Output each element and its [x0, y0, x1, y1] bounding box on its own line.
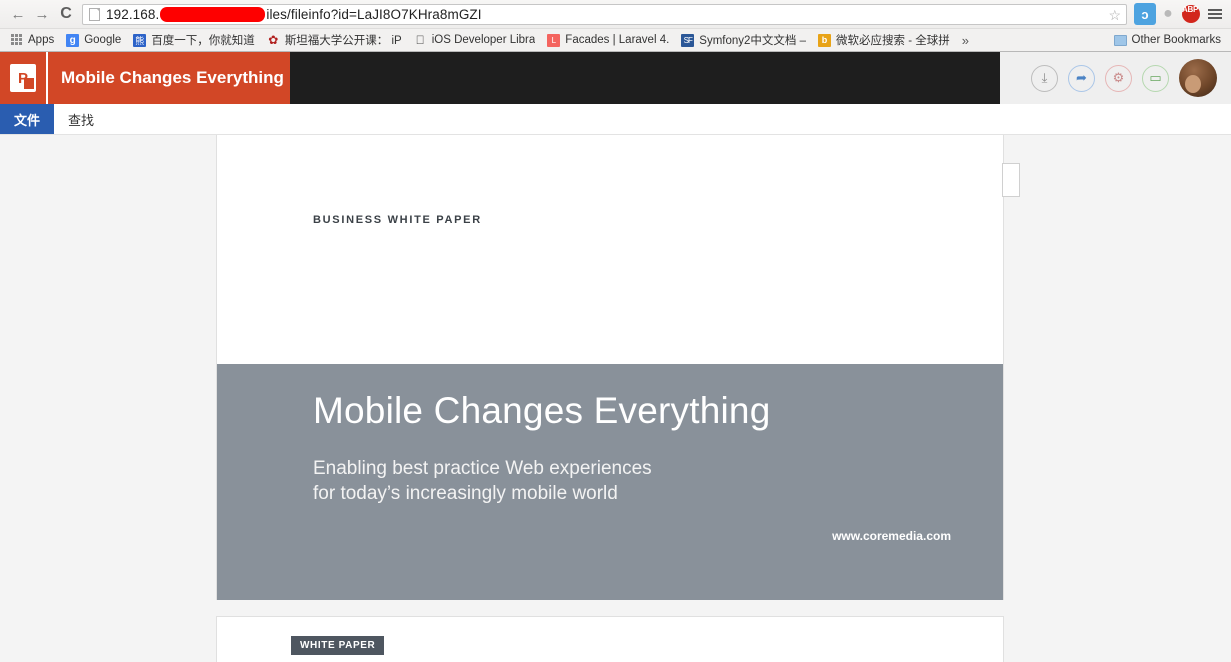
bookmarks-overflow-icon[interactable]: »	[956, 33, 975, 48]
settings-gear-button[interactable]: ⚙	[1105, 64, 1132, 92]
browser-chrome: ← → C 192.168. iles/fileinfo?id=LaJI8O7KH…	[0, 0, 1231, 52]
adblock-plus-icon: ABP	[1182, 5, 1200, 23]
bookmark-label: Apps	[28, 34, 55, 46]
app-action-buttons: ⤓ ➦ ⚙ ▭	[1000, 52, 1231, 104]
toolbar-tab-bar: 文件 查找	[0, 104, 1231, 135]
apple-icon: 	[414, 33, 427, 47]
document-page-2: WHITE PAPER	[216, 616, 1004, 662]
bookmark-stanford[interactable]: ✿ 斯坦福大学公开课： iP	[261, 31, 408, 50]
user-avatar[interactable]	[1179, 59, 1217, 97]
reload-icon[interactable]: C	[54, 2, 78, 26]
app-logo-letter: P	[10, 64, 36, 92]
url-text: 192.168. iles/fileinfo?id=LaJI8O7KHra8mGZ…	[106, 6, 482, 22]
back-icon[interactable]: ←	[6, 2, 30, 26]
white-paper-badge: WHITE PAPER	[291, 636, 385, 655]
bookmark-baidu[interactable]: 熊 百度一下，你就知道	[127, 31, 261, 50]
powerpoint-logo-icon: P	[0, 52, 46, 104]
bookmark-label: 百度一下，你就知道	[151, 35, 255, 47]
bookmark-bing[interactable]: b 微软必应搜索 - 全球拼	[812, 31, 956, 50]
stanford-icon: ✿	[268, 33, 279, 47]
url-prefix: 192.168.	[106, 6, 160, 22]
page-thumbnail-panel[interactable]	[1002, 163, 1020, 197]
bookmark-label: 微软必应搜索 - 全球拼	[836, 35, 950, 47]
folder-icon	[1113, 34, 1127, 47]
header-spacer	[290, 52, 1000, 104]
bookmarks-bar: Apps g Google 熊 百度一下，你就知道 ✿ 斯坦福大学公开课： iP…	[0, 28, 1231, 51]
bookmark-label: Facades | Laravel 4.	[565, 34, 670, 46]
bookmark-label: Symfony2中文文档 –	[699, 35, 807, 47]
page-kicker-text: BUSINESS WHITE PAPER	[313, 214, 482, 226]
bing-icon: b	[818, 33, 832, 47]
tab-find[interactable]: 查找	[54, 104, 108, 134]
symfony-icon: SF	[681, 33, 695, 47]
hero-banner: Mobile Changes Everything Enabling best …	[217, 364, 1003, 600]
baidu-icon: 熊	[133, 33, 147, 47]
app-title-container: Mobile Changes Everything	[46, 52, 290, 104]
bookmark-label: Other Bookmarks	[1131, 34, 1221, 46]
bookmark-label: Google	[84, 34, 122, 46]
bookmark-other-bookmarks[interactable]: Other Bookmarks	[1108, 31, 1227, 50]
url-redaction-block	[160, 6, 266, 22]
hero-subtitle: Enabling best practice Web experiences f…	[313, 458, 652, 504]
download-button[interactable]: ⤓	[1031, 64, 1058, 92]
bookmark-google[interactable]: g Google	[60, 31, 127, 50]
bookmark-label: iOS Developer Libra	[431, 34, 536, 46]
bookmark-star-icon[interactable]: ☆	[1108, 7, 1121, 23]
document-viewer[interactable]: BUSINESS WHITE PAPER Mobile Changes Ever…	[0, 135, 1231, 662]
hamburger-menu-icon[interactable]	[1205, 3, 1225, 25]
document-page-1: BUSINESS WHITE PAPER Mobile Changes Ever…	[216, 135, 1004, 600]
apps-grid-icon	[10, 34, 23, 47]
browser-navigation-bar: ← → C 192.168. iles/fileinfo?id=LaJI8O7KH…	[0, 0, 1231, 28]
url-suffix: iles/fileinfo?id=LaJI8O7KHra8mGZI	[266, 6, 482, 22]
bookmark-apps[interactable]: Apps	[4, 31, 60, 50]
forward-icon[interactable]: →	[30, 2, 54, 26]
bookmark-label: 斯坦福大学公开课： iP	[284, 35, 402, 47]
adblock-plus-icon-wrap[interactable]: ABP	[1180, 3, 1202, 25]
laravel-icon: L	[547, 33, 561, 47]
address-bar[interactable]: 192.168. iles/fileinfo?id=LaJI8O7KHra8mGZ…	[82, 3, 1127, 25]
share-button[interactable]: ➦	[1068, 64, 1095, 92]
hero-title: Mobile Changes Everything	[313, 390, 771, 431]
comment-button[interactable]: ▭	[1142, 64, 1169, 92]
page-title: Mobile Changes Everything	[61, 68, 284, 87]
blue-extension-icon[interactable]: ɔ	[1134, 3, 1156, 25]
globe-extension-icon[interactable]: ●	[1157, 3, 1179, 25]
bookmark-symfony2-docs[interactable]: SF Symfony2中文文档 –	[675, 31, 812, 50]
bookmark-laravel-facades[interactable]: L Facades | Laravel 4.	[541, 31, 675, 50]
tab-file[interactable]: 文件	[0, 104, 55, 134]
page-document-icon	[89, 7, 100, 21]
google-icon: g	[66, 33, 80, 47]
hero-website-url: www.coremedia.com	[832, 529, 951, 543]
app-header: P Mobile Changes Everything ⤓ ➦ ⚙ ▭	[0, 52, 1231, 104]
bookmark-ios-developer-library[interactable]:  iOS Developer Libra	[408, 31, 542, 50]
